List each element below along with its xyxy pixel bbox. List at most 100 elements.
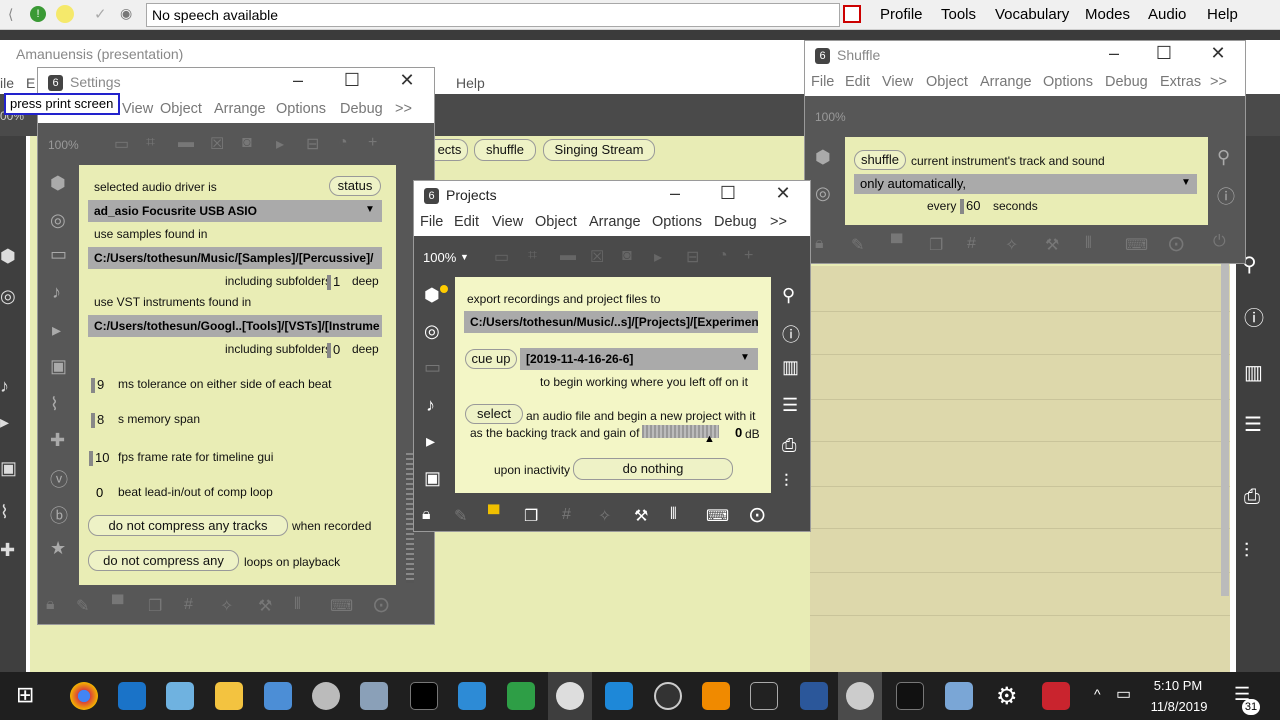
seconds-number[interactable]: 60 [959, 198, 980, 214]
word-icon[interactable] [800, 682, 828, 710]
play-circle-icon[interactable]: ⊙ [748, 502, 766, 528]
list-icon[interactable]: ☰ [782, 395, 798, 416]
shuffle-menu-object[interactable]: Object [926, 74, 968, 90]
panels-icon[interactable]: ▥ [782, 357, 799, 378]
camera-icon[interactable]: ⎙ [1244, 486, 1260, 509]
projects-menu-object[interactable]: Object [535, 214, 577, 230]
browser-icon[interactable] [312, 682, 340, 710]
panels-icon[interactable]: ▥ [1244, 360, 1263, 385]
compress-loops-button[interactable]: do not compress any [88, 550, 239, 571]
toolbar-icon-5[interactable]: ◙ [622, 247, 632, 265]
minimize-button[interactable]: – [1099, 43, 1129, 64]
search-icon[interactable]: ⚲ [782, 285, 795, 306]
toolbar-icon-4[interactable]: ☒ [210, 134, 224, 154]
menu-profile[interactable]: Profile [880, 6, 923, 23]
settings-menu-arrange[interactable]: Arrange [214, 101, 266, 117]
fps-number[interactable]: 10 [88, 450, 109, 466]
edit-icon[interactable]: ✎ [454, 506, 467, 526]
samples-path-field[interactable]: C:/Users/tothesun/Music/[Samples]/[Percu… [88, 247, 382, 269]
windows-icon[interactable]: ❐ [524, 506, 538, 526]
shuffle-button[interactable]: shuffle [854, 150, 906, 170]
wrench-icon[interactable]: ⚒ [634, 506, 648, 526]
maximize-button[interactable]: ☐ [713, 183, 743, 204]
image-icon[interactable]: ▣ [424, 468, 441, 489]
inactivity-button[interactable]: do nothing [573, 458, 733, 480]
projects-zoom[interactable]: 100% [423, 250, 456, 265]
menu-help[interactable]: Help [1207, 6, 1238, 23]
play-circle-icon[interactable]: ⊙ [372, 592, 390, 618]
toolbar-icon-1[interactable]: ▭ [494, 247, 509, 267]
presentation-icon[interactable]: ▀ [891, 235, 902, 253]
paint-icon[interactable] [166, 682, 194, 710]
compress-tracks-button[interactable]: do not compress any tracks [88, 515, 288, 536]
grid-icon[interactable]: # [184, 596, 193, 614]
shuffle-menu-edit[interactable]: Edit [845, 74, 870, 90]
menu-vocabulary[interactable]: Vocabulary [995, 6, 1069, 23]
power-icon[interactable]: ⏻ [1213, 233, 1226, 251]
cube-icon[interactable]: ⬢ [0, 246, 16, 267]
wrench-icon[interactable]: ⚒ [1045, 235, 1059, 255]
puzzle-icon[interactable]: ✚ [50, 430, 65, 451]
close-button[interactable]: ✕ [1203, 43, 1233, 64]
lock-icon[interactable]: 🔒︎ [422, 506, 431, 524]
remote-desktop-icon[interactable] [360, 682, 388, 710]
sliders-icon[interactable]: ⫶ [1244, 540, 1249, 563]
clip-icon[interactable]: ⌇ [50, 394, 59, 415]
minimize-button[interactable]: – [660, 183, 690, 204]
grid-icon[interactable]: # [562, 506, 571, 524]
toolbar-icon-3[interactable]: ▬ [178, 134, 194, 152]
clip-icon[interactable]: ⌇ [0, 502, 9, 523]
record-icon[interactable] [843, 5, 861, 23]
chart-app-icon[interactable] [507, 682, 535, 710]
projects-menu-more[interactable]: >> [770, 214, 787, 230]
shuffle-menu-options[interactable]: Options [1043, 74, 1093, 90]
main-button-shuffle[interactable]: shuffle [474, 139, 536, 161]
toolbar-icon-5[interactable]: ◙ [242, 134, 252, 152]
target-icon[interactable]: ◎ [0, 286, 16, 307]
wrench-icon[interactable]: ⚒ [258, 596, 272, 616]
clock-time[interactable]: 5:10 PM [1148, 678, 1208, 693]
shuffle-zoom[interactable]: 100% [815, 110, 846, 124]
max-logo-icon[interactable] [556, 682, 584, 710]
maximize-button[interactable]: ☐ [1149, 43, 1179, 64]
v-icon[interactable]: ⓥ [50, 466, 68, 492]
toolbar-icon-6[interactable]: ▸ [654, 247, 662, 267]
windows-icon[interactable]: ❐ [148, 596, 162, 616]
check-icon[interactable]: ✓ [94, 5, 107, 23]
gain-slider-handle-icon[interactable]: ▲ [704, 433, 715, 445]
puzzle-icon[interactable]: ✚ [0, 540, 15, 561]
image-viewer-icon[interactable] [264, 682, 292, 710]
image-icon[interactable]: ▣ [50, 356, 67, 377]
toolbox-icon[interactable] [1042, 682, 1070, 710]
play-icon[interactable]: ▸ [0, 412, 9, 433]
outlook-icon[interactable] [118, 682, 146, 710]
tolerance-number[interactable]: 9 [90, 377, 104, 393]
maximize-button[interactable]: ☐ [337, 70, 367, 91]
minimize-button[interactable]: – [283, 70, 313, 91]
lock-icon[interactable]: 🔒︎ [46, 596, 55, 614]
columns-icon[interactable]: ⫴ [1085, 235, 1092, 253]
toolbar-icon-1[interactable]: ▭ [114, 134, 129, 154]
close-button[interactable]: ✕ [392, 70, 422, 91]
keyboard-icon[interactable]: ⌨ [1125, 235, 1148, 255]
vlc-icon[interactable] [702, 682, 730, 710]
vst-path-field[interactable]: C:/Users/tothesun/Googl..[Tools]/[VSTs]/… [88, 315, 382, 337]
shuffle-menu-arrange[interactable]: Arrange [980, 74, 1032, 90]
toolbar-icon-3[interactable]: ▬ [560, 247, 576, 265]
cube-icon[interactable]: ⬢ [50, 173, 66, 194]
bar-icon[interactable]: ▭ [50, 244, 67, 265]
shuffle-menu-extras[interactable]: Extras [1160, 74, 1201, 90]
toolbar-icon-6[interactable]: ▸ [276, 134, 284, 154]
menu-audio[interactable]: Audio [1148, 6, 1186, 23]
control-panel-icon[interactable] [458, 682, 486, 710]
target-icon[interactable]: ◎ [50, 210, 66, 231]
shuffle-menu-file[interactable]: File [811, 74, 834, 90]
back-icon[interactable]: ⟨ [8, 6, 13, 23]
shuffle-mode-select[interactable]: only automatically, [854, 174, 1197, 194]
battery-icon[interactable]: ▭ [1116, 684, 1131, 704]
shuffle-menu-more[interactable]: >> [1210, 74, 1227, 90]
toolbar-icon-8[interactable]: ◔ [338, 134, 348, 152]
projects-menu-view[interactable]: View [492, 214, 523, 230]
audio-driver-select[interactable]: ad_asio Focusrite USB ASIO [88, 200, 382, 222]
note-icon[interactable]: ♪ [52, 282, 61, 303]
